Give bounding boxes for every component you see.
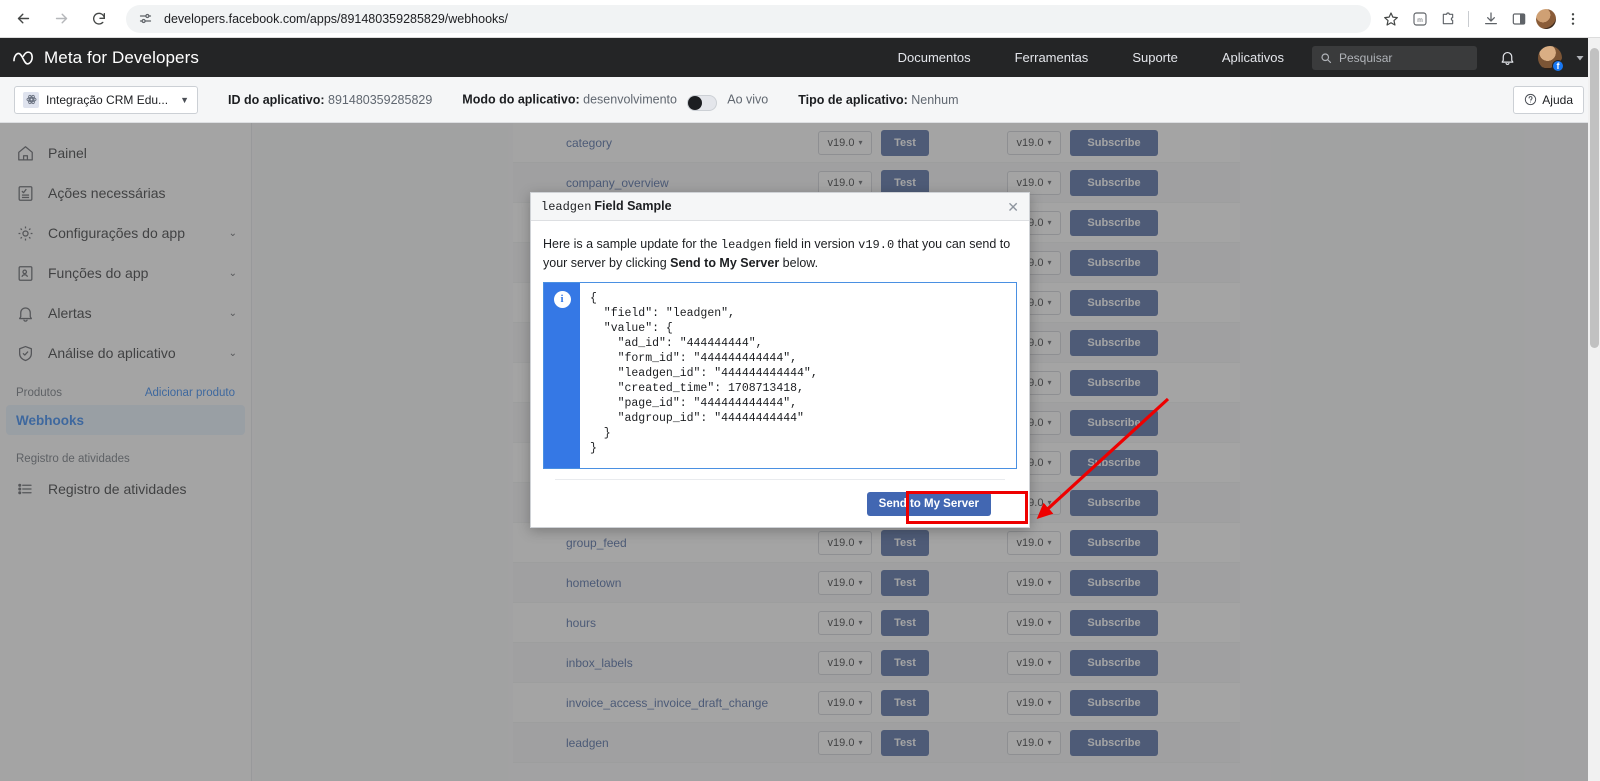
dialog-title: leadgen Field Sample xyxy=(541,199,672,214)
site-settings-icon[interactable] xyxy=(136,10,154,28)
download-icon xyxy=(1485,11,1497,24)
help-button[interactable]: Ajuda xyxy=(1513,85,1584,114)
reload-icon xyxy=(93,12,105,25)
browser-toolbar: developers.facebook.com/apps/89148035928… xyxy=(0,0,1600,38)
meta-logo[interactable]: Meta for Developers xyxy=(12,48,199,68)
facebook-badge-icon: f xyxy=(1552,59,1564,72)
back-arrow-icon xyxy=(17,13,29,24)
side-panel-button[interactable] xyxy=(1506,5,1532,33)
three-dot-menu-button[interactable] xyxy=(1560,5,1586,33)
app-mode-toggle[interactable] xyxy=(687,94,718,111)
app-logo-icon xyxy=(23,91,39,108)
m-extension-icon: m xyxy=(1413,11,1427,26)
info-icon: i xyxy=(553,290,571,308)
meta-top-navigation: Meta for Developers Documentos Ferrament… xyxy=(0,38,1600,77)
back-button[interactable] xyxy=(8,4,38,34)
nav-item-documentos[interactable]: Documentos xyxy=(876,50,993,65)
nav-item-aplicativos[interactable]: Aplicativos xyxy=(1200,50,1306,65)
puzzle-extension-icon xyxy=(1442,11,1454,24)
app-type-block: Tipo de aplicativo: Nenhum xyxy=(798,93,958,107)
dialog-header: leadgen Field Sample ✕ xyxy=(531,193,1029,221)
desc-version: v19.0 xyxy=(858,238,895,252)
app-mode-label: Modo do aplicativo: xyxy=(462,91,580,106)
live-label: Ao vivo xyxy=(727,91,769,106)
meta-infinity-icon xyxy=(13,50,33,65)
app-type-label: Tipo de aplicativo: xyxy=(798,92,908,107)
help-label: Ajuda xyxy=(1542,92,1573,107)
m-extension-button[interactable]: m xyxy=(1407,5,1433,33)
reload-button[interactable] xyxy=(84,4,114,34)
address-bar[interactable]: developers.facebook.com/apps/89148035928… xyxy=(126,4,1371,33)
app-id-label: ID do aplicativo: xyxy=(227,92,325,107)
dialog-body: Here is a sample update for the leadgen … xyxy=(531,221,1029,527)
question-circle-icon xyxy=(1525,93,1537,106)
search-placeholder: Pesquisar xyxy=(1339,50,1393,65)
app-id-value: 891480359285829 xyxy=(328,92,433,107)
notification-bell-icon[interactable] xyxy=(1499,49,1516,66)
scrollbar-thumb[interactable] xyxy=(1590,48,1599,348)
page-scrollbar[interactable] xyxy=(1588,38,1600,781)
app-type-value: Nenhum xyxy=(911,92,959,107)
close-icon[interactable]: ✕ xyxy=(1007,200,1019,214)
desc-part-4: below. xyxy=(779,256,819,270)
app-selector-label: Integração CRM Edu... xyxy=(46,92,169,107)
search-input[interactable]: Pesquisar xyxy=(1312,45,1477,70)
search-icon xyxy=(1320,52,1332,64)
bookmark-star-button[interactable] xyxy=(1377,5,1405,33)
chevron-down-icon: ▼ xyxy=(180,94,189,105)
dialog-footer: Send to My Server xyxy=(555,479,1005,527)
dialog-title-rest: Field Sample xyxy=(594,199,672,213)
field-sample-dialog: leadgen Field Sample ✕ Here is a sample u… xyxy=(530,192,1030,528)
desc-part-1: Here is a sample update for the xyxy=(543,237,721,251)
toolbar-divider xyxy=(1468,10,1469,27)
sample-payload-box: i { "field": "leadgen", "value": { "ad_i… xyxy=(543,281,1017,469)
profile-avatar-icon[interactable] xyxy=(1536,8,1556,29)
side-panel-icon xyxy=(1512,12,1526,25)
desc-bold-action: Send to My Server xyxy=(670,256,780,270)
app-selector-dropdown[interactable]: Integração CRM Edu... ▼ xyxy=(14,85,198,114)
nav-item-ferramentas[interactable]: Ferramentas xyxy=(993,50,1111,65)
puzzle-extension-button[interactable] xyxy=(1435,5,1461,33)
nav-item-suporte[interactable]: Suporte xyxy=(1110,50,1200,65)
app-mode-block: Modo do aplicativo: desenvolvimento Ao v… xyxy=(462,91,769,111)
downloads-button[interactable] xyxy=(1478,5,1504,33)
chevron-down-icon[interactable] xyxy=(1574,52,1586,64)
svg-text:m: m xyxy=(1417,17,1423,24)
send-to-my-server-button[interactable]: Send to My Server xyxy=(866,491,991,516)
app-id-block: ID do aplicativo: 891480359285829 xyxy=(228,93,432,107)
desc-field-name: leadgen xyxy=(720,238,772,252)
dialog-description: Here is a sample update for the leadgen … xyxy=(543,235,1017,273)
avatar[interactable]: f xyxy=(1538,45,1564,72)
toggle-knob xyxy=(688,95,703,110)
meta-nav-list: Documentos Ferramentas Suporte Aplicativ… xyxy=(876,45,1600,72)
desc-part-2: field in version xyxy=(771,237,859,251)
app-context-bar: Integração CRM Edu... ▼ ID do aplicativo… xyxy=(0,77,1600,123)
forward-arrow-icon xyxy=(55,13,67,24)
url-text: developers.facebook.com/apps/89148035928… xyxy=(164,11,509,26)
app-mode-value: desenvolvimento xyxy=(583,91,677,106)
forward-button[interactable] xyxy=(46,4,76,34)
meta-brand-text: Meta for Developers xyxy=(44,47,199,67)
info-stripe: i xyxy=(544,282,580,468)
sample-json-code: { "field": "leadgen", "value": { "ad_id"… xyxy=(590,291,818,456)
three-dot-menu-icon xyxy=(1571,12,1575,25)
bookmark-star-icon xyxy=(1384,11,1398,26)
dialog-title-field: leadgen xyxy=(541,200,592,214)
